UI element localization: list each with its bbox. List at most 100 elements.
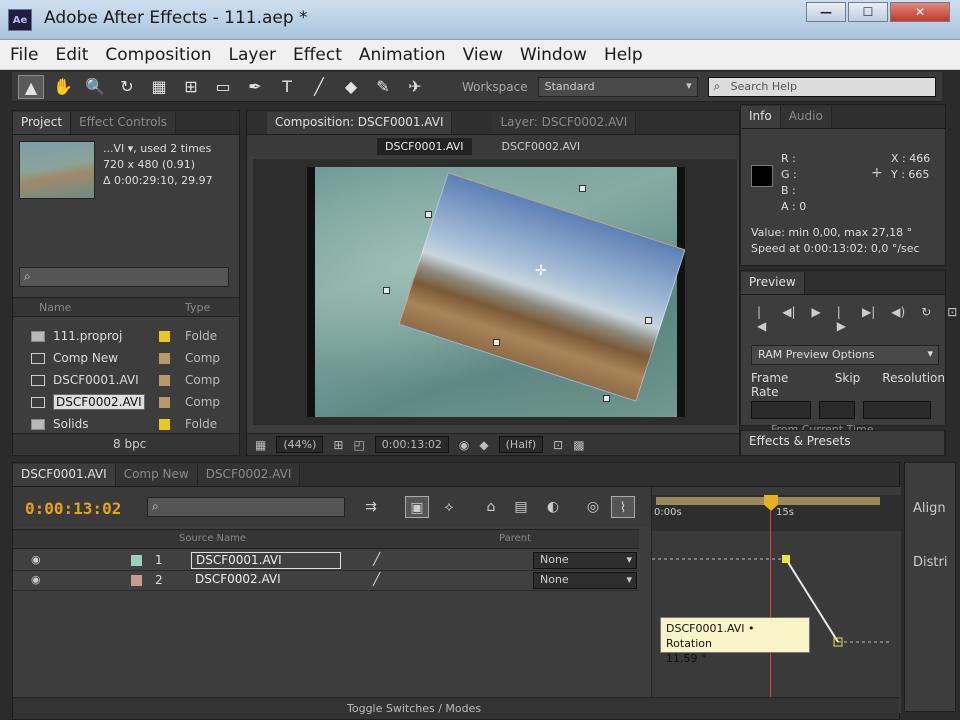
zoom-select[interactable]: (44%): [276, 436, 324, 453]
menu-window[interactable]: Window: [520, 45, 587, 65]
close-button[interactable]: ✕: [890, 2, 950, 22]
visibility-eye-icon[interactable]: ◉: [31, 573, 41, 586]
label-swatch[interactable]: [159, 396, 170, 408]
zoom-tool-icon[interactable]: 🔍: [82, 75, 108, 99]
project-item[interactable]: Solids Folde: [13, 413, 223, 435]
tab-project[interactable]: Project: [13, 112, 72, 134]
ram-preview-icon[interactable]: ⊡: [947, 305, 957, 333]
resolution-select[interactable]: (Half): [498, 436, 544, 453]
column-parent[interactable]: Parent: [499, 533, 531, 544]
parent-select[interactable]: None: [533, 572, 637, 589]
timeline-layer-row[interactable]: ◉ 2 DSCF0002.AVI ╱ None: [13, 571, 639, 591]
layer-name[interactable]: DSCF0002.AVI: [191, 572, 341, 589]
preview-icon[interactable]: ▦: [255, 438, 266, 452]
transform-handle[interactable]: [645, 317, 652, 324]
workspace-select[interactable]: Standard: [537, 76, 698, 97]
tab-layer[interactable]: Layer: DSCF0002.AVI: [492, 112, 637, 134]
brush-tool-icon[interactable]: ╱: [306, 75, 332, 99]
toggle-switches-modes-button[interactable]: Toggle Switches / Modes: [347, 702, 481, 715]
brainstorm-icon[interactable]: ◎: [581, 496, 605, 518]
layer-name[interactable]: DSCF0001.AVI: [191, 552, 341, 569]
last-frame-icon[interactable]: ▶|: [862, 305, 875, 333]
menu-layer[interactable]: Layer: [229, 45, 276, 65]
distribute-title[interactable]: Distri: [913, 555, 947, 570]
next-frame-icon[interactable]: |▶: [837, 305, 846, 333]
tab-preview[interactable]: Preview: [741, 272, 805, 294]
channel-icon[interactable]: ◆: [479, 438, 488, 452]
live-update-icon[interactable]: ▣: [405, 496, 429, 518]
switches-icon[interactable]: ╱: [373, 552, 380, 566]
column-type[interactable]: Type: [185, 301, 210, 314]
skip-field[interactable]: [819, 401, 855, 419]
pan-behind-tool-icon[interactable]: ⊞: [178, 75, 204, 99]
hide-shy-layers-icon[interactable]: ⌂: [479, 496, 503, 518]
tab-info[interactable]: Info: [741, 106, 781, 128]
graph-editor-icon[interactable]: ⌇: [611, 496, 635, 518]
parent-select[interactable]: None: [533, 552, 637, 569]
camera-tool-icon[interactable]: ▦: [146, 75, 172, 99]
switches-icon[interactable]: ╱: [373, 572, 380, 586]
timeline-search-input[interactable]: ⌕: [147, 497, 345, 517]
keyframe[interactable]: [782, 555, 790, 563]
label-swatch[interactable]: [159, 374, 170, 386]
project-item[interactable]: 111.proproj Folde: [13, 325, 223, 347]
tab-timeline-dscf0001[interactable]: DSCF0001.AVI: [13, 464, 116, 486]
roto-brush-tool-icon[interactable]: ✎: [370, 75, 396, 99]
current-time-field[interactable]: 0:00:13:02: [374, 436, 449, 453]
draft-3d-icon[interactable]: ⟡: [437, 496, 461, 518]
project-item[interactable]: DSCF0002.AVI Comp: [13, 391, 223, 413]
type-tool-icon[interactable]: T: [274, 75, 300, 99]
frame-rate-select[interactable]: [751, 401, 811, 419]
comp-subtab[interactable]: DSCF0001.AVI: [377, 137, 472, 155]
resolution-select[interactable]: [863, 401, 931, 419]
tab-timeline-dscf0002[interactable]: DSCF0002.AVI: [197, 464, 301, 486]
project-search-input[interactable]: ⌕: [19, 267, 229, 287]
label-swatch[interactable]: [159, 418, 170, 430]
snapshot-icon[interactable]: ◉: [459, 438, 469, 452]
column-name[interactable]: Name: [39, 301, 71, 314]
visibility-eye-icon[interactable]: ◉: [31, 553, 41, 566]
layer-label-swatch[interactable]: [131, 555, 142, 566]
bpc-toggle[interactable]: 8 bpc: [113, 437, 146, 451]
menu-effect[interactable]: Effect: [293, 45, 342, 65]
menu-edit[interactable]: Edit: [55, 45, 88, 65]
audio-icon[interactable]: ◀): [891, 305, 905, 333]
transparency-grid-icon[interactable]: ▩: [573, 438, 584, 452]
label-swatch[interactable]: [159, 330, 170, 342]
project-item[interactable]: Comp New Comp: [13, 347, 223, 369]
transform-handle[interactable]: [603, 395, 610, 402]
minimize-button[interactable]: —: [806, 2, 846, 22]
tab-effects-presets[interactable]: Effects & Presets: [741, 431, 945, 455]
label-swatch[interactable]: [159, 352, 170, 364]
layer-label-swatch[interactable]: [131, 575, 142, 586]
transform-handle[interactable]: [493, 339, 500, 346]
transform-handle[interactable]: [425, 211, 432, 218]
tab-timeline-comp-new[interactable]: Comp New: [115, 464, 198, 486]
rotation-tool-icon[interactable]: ↻: [114, 75, 140, 99]
previous-frame-icon[interactable]: ◀|: [782, 305, 795, 333]
column-source-name[interactable]: Source Name: [179, 533, 246, 544]
timeline-current-time[interactable]: 0:00:13:02: [25, 499, 121, 518]
puppet-tool-icon[interactable]: ✈: [402, 75, 428, 99]
menu-view[interactable]: View: [463, 45, 503, 65]
transform-handle[interactable]: [383, 287, 390, 294]
help-search-input[interactable]: ⌕ Search Help: [707, 76, 936, 97]
preview-options-select[interactable]: RAM Preview Options: [751, 345, 939, 365]
pen-tool-icon[interactable]: ✒: [242, 75, 268, 99]
rectangle-tool-icon[interactable]: ▭: [210, 75, 236, 99]
frame-blending-icon[interactable]: ▤: [509, 496, 533, 518]
loop-icon[interactable]: ↻: [921, 305, 931, 333]
composition-mini-flowchart-icon[interactable]: ⇉: [359, 496, 383, 518]
eraser-tool-icon[interactable]: ◆: [338, 75, 364, 99]
tab-effect-controls[interactable]: Effect Controls: [71, 112, 177, 134]
transform-handle[interactable]: [579, 185, 586, 192]
anchor-point-icon[interactable]: ✛: [535, 263, 547, 279]
composition-frame[interactable]: ✛: [307, 167, 685, 417]
graph-editor[interactable]: 0:00s 15s DSCF0001.AVI • Rotation 11,59 …: [651, 487, 901, 713]
tab-audio[interactable]: Audio: [780, 106, 832, 128]
hand-tool-icon[interactable]: ✋: [50, 75, 76, 99]
project-item[interactable]: DSCF0001.AVI Comp: [13, 369, 223, 391]
grid-icon[interactable]: ⊞: [333, 438, 343, 452]
timeline-layer-row[interactable]: ◉ 1 DSCF0001.AVI ╱ None: [13, 551, 639, 571]
maximize-button[interactable]: ☐: [848, 2, 888, 22]
